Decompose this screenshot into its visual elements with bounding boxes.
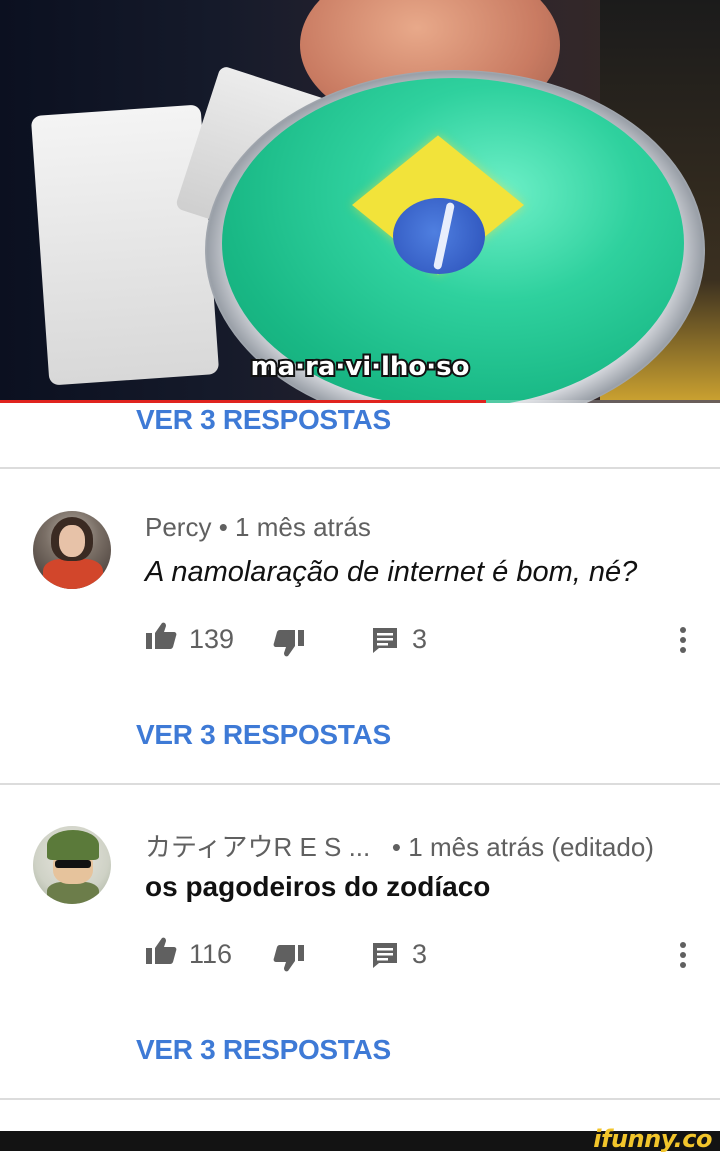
comment-meta: Percy • 1 mês atrás: [145, 512, 371, 543]
comment-author[interactable]: カティアウR E S ...: [145, 832, 370, 862]
video-player[interactable]: ma·ra·vi·lho·so: [0, 0, 720, 403]
meta-separator: •: [391, 832, 402, 862]
comment-time: 1 mês atrás: [235, 512, 371, 542]
thumbs-down-icon[interactable]: [273, 943, 305, 973]
avatar[interactable]: [33, 511, 111, 589]
more-vert-icon[interactable]: [680, 942, 688, 972]
avatar-glasses: [55, 860, 91, 868]
view-replies-link[interactable]: VER 3 RESPOSTAS: [136, 404, 391, 436]
comment-icon[interactable]: [371, 626, 399, 654]
avatar-body: [47, 882, 99, 904]
avatar[interactable]: [33, 826, 111, 904]
comment-author[interactable]: Percy: [145, 512, 211, 542]
view-replies-link[interactable]: VER 3 RESPOSTAS: [136, 719, 391, 751]
ifunny-watermark: ifunny.co: [593, 1125, 712, 1153]
thumbs-down-icon[interactable]: [273, 628, 305, 658]
reply-count: 3: [412, 939, 428, 969]
reply-count: 3: [412, 624, 428, 654]
comment-meta: カティアウR E S ... • 1 mês atrás (editado): [145, 827, 654, 864]
like-count: 116: [189, 939, 233, 969]
comment-time: 1 mês atrás (editado): [408, 832, 654, 862]
more-vert-icon[interactable]: [680, 627, 688, 657]
video-progress-bar[interactable]: [0, 400, 720, 403]
meta-separator: •: [218, 512, 228, 542]
comment-icon[interactable]: [371, 941, 399, 969]
video-background: [30, 104, 220, 386]
view-replies-link[interactable]: VER 3 RESPOSTAS: [136, 1034, 391, 1066]
thumbs-up-icon[interactable]: [145, 621, 177, 651]
like-count: 139: [189, 624, 235, 654]
comment-text: A namolaração de internet é bom, né?: [145, 556, 638, 588]
comment-divider: [0, 467, 720, 469]
watermark-bar: ifunny.co: [0, 1125, 720, 1153]
comment-divider: [0, 783, 720, 785]
comment-text: os pagodeiros do zodíaco: [145, 871, 491, 902]
avatar-face: [59, 525, 85, 557]
avatar-jacket: [43, 559, 103, 589]
avatar-hat: [47, 830, 99, 860]
video-progress-fill: [0, 400, 486, 403]
thumbs-up-icon[interactable]: [145, 936, 177, 966]
comment-divider: [0, 1098, 720, 1100]
video-subtitle: ma·ra·vi·lho·so: [249, 350, 472, 384]
